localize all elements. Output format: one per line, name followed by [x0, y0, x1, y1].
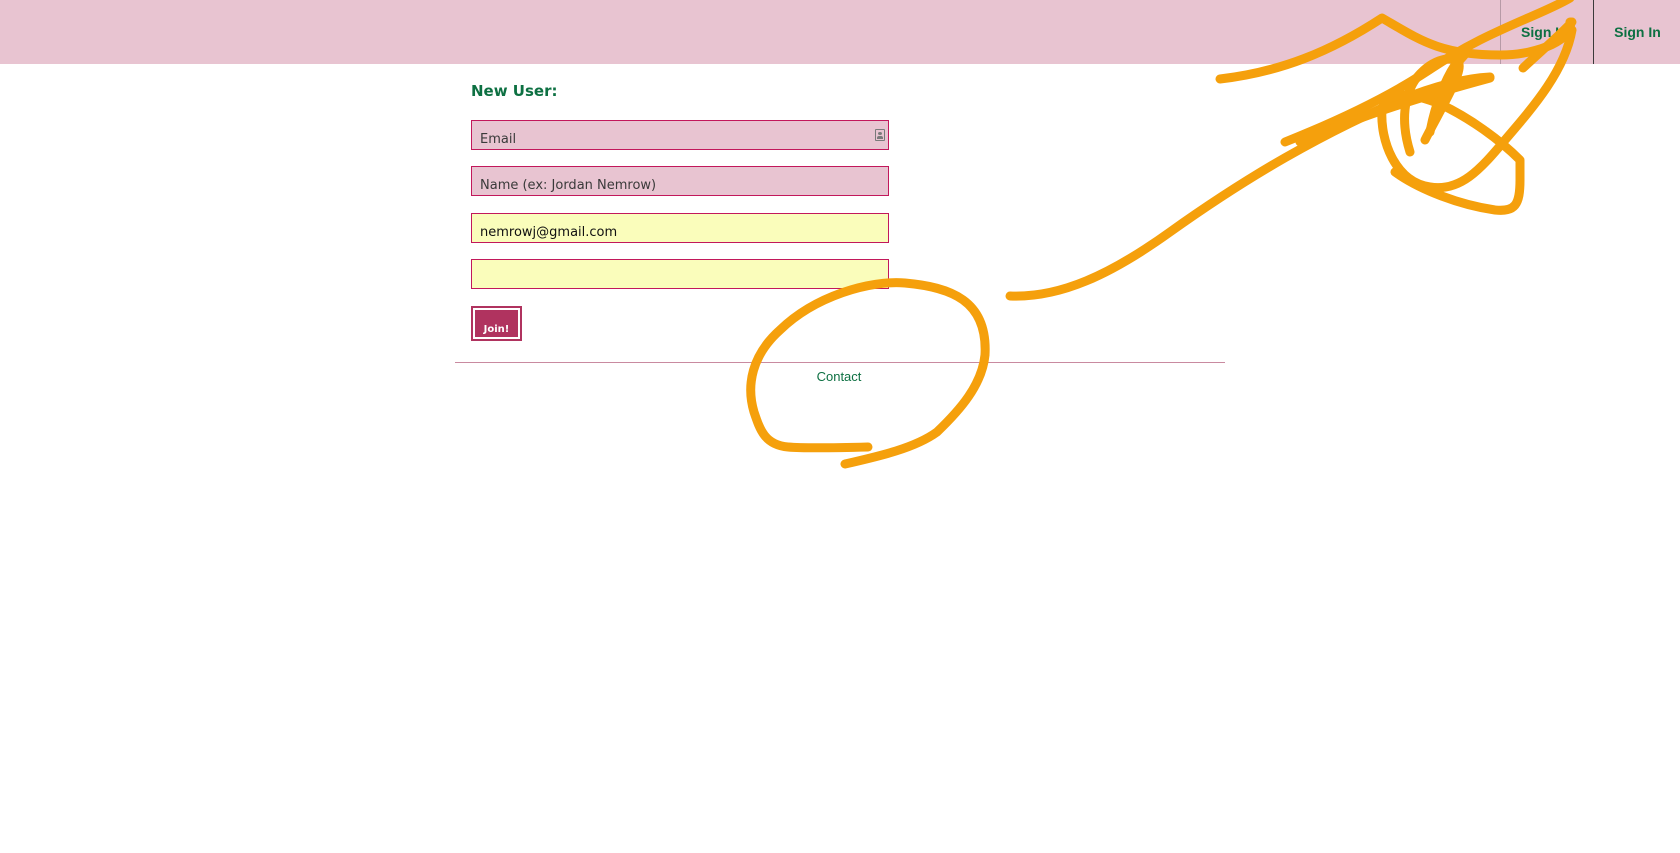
sign-up-link[interactable]: Sign Up — [1500, 0, 1594, 64]
contact-card-icon[interactable] — [875, 129, 885, 141]
password-input[interactable] — [472, 260, 888, 288]
email-field — [471, 120, 889, 150]
sign-in-link[interactable]: Sign In — [1593, 0, 1680, 64]
annotation-knot-6 — [1425, 49, 1470, 137]
top-navigation-bar: Sign Up Sign In — [0, 0, 1680, 64]
email-input[interactable] — [472, 121, 888, 149]
join-button-label: Join! — [475, 310, 518, 337]
form-heading: New User: — [471, 82, 558, 100]
join-button[interactable]: Join! — [471, 306, 522, 341]
password-field — [471, 259, 889, 289]
footer-divider — [455, 362, 1225, 363]
contact-link[interactable]: Contact — [780, 369, 898, 384]
annotation-knot-7 — [1295, 73, 1495, 147]
name-input[interactable] — [472, 167, 888, 195]
annotation-arrow-line — [1005, 72, 1495, 301]
confirm-email-field — [471, 213, 889, 243]
confirm-email-input[interactable] — [472, 214, 888, 242]
annotation-knot-3 — [1400, 54, 1464, 157]
name-field — [471, 166, 889, 196]
